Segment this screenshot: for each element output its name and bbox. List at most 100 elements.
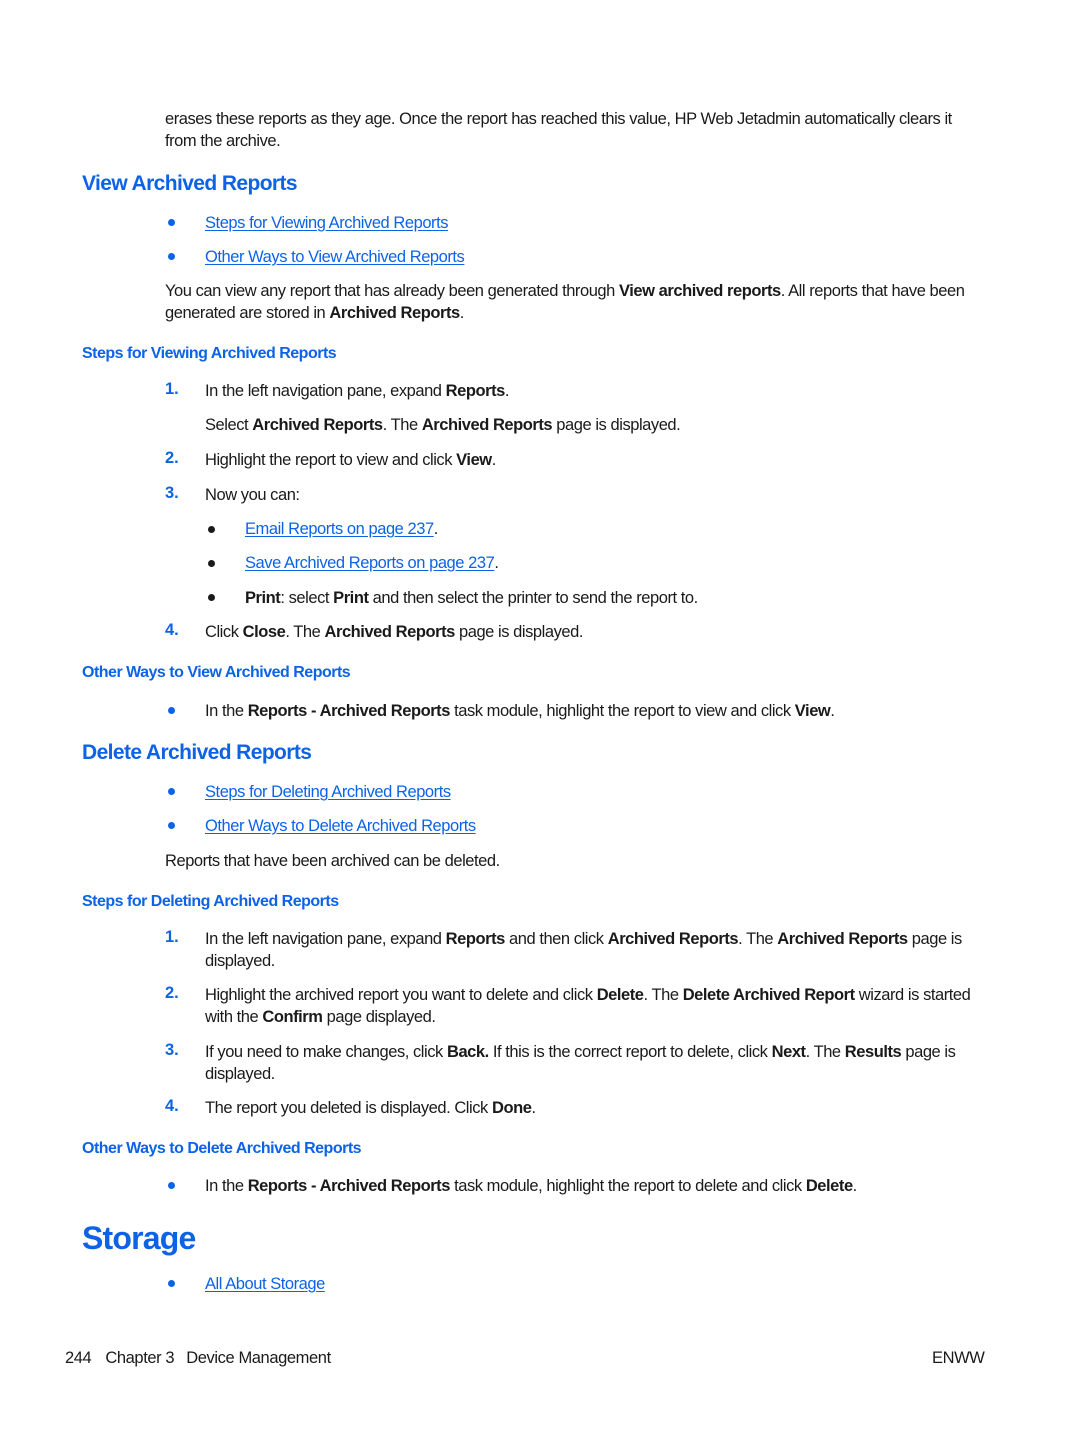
page-number: 244	[65, 1349, 92, 1367]
sub-item-save: Save Archived Reports on page 237.	[245, 552, 499, 574]
bold-term: Archived Reports	[252, 416, 383, 434]
bold-term: Next	[771, 1043, 806, 1061]
intro-paragraph: erases these reports as they age. Once t…	[165, 108, 965, 152]
text-run: Click	[205, 623, 243, 641]
chapter-title: Device Management	[186, 1349, 331, 1367]
bold-term: Delete	[805, 1177, 853, 1195]
bullet-icon	[208, 560, 215, 567]
text-run: .	[531, 1099, 536, 1117]
text-run: task module, highlight the report to vie…	[449, 702, 795, 720]
heading-storage: Storage	[82, 1220, 196, 1256]
text-run: page displayed.	[322, 1008, 436, 1026]
other-ways-view-item: In the Reports - Archived Reports task m…	[205, 700, 835, 722]
other-ways-delete-item: In the Reports - Archived Reports task m…	[205, 1175, 857, 1197]
step-number: 4.	[165, 1097, 179, 1115]
bold-term: View	[456, 451, 492, 469]
bold-term: Close	[242, 623, 286, 641]
bullet-icon	[168, 822, 175, 829]
text-run: Reports that have been archived can be d…	[165, 852, 500, 870]
bold-term: Reports	[445, 930, 506, 948]
link-steps-viewing[interactable]: Steps for Viewing Archived Reports	[205, 212, 448, 234]
heading-other-ways-delete: Other Ways to Delete Archived Reports	[82, 1140, 362, 1157]
text-run: page is displayed.	[454, 623, 583, 641]
step-number: 4.	[165, 621, 179, 639]
heading-steps-deleting: Steps for Deleting Archived Reports	[82, 893, 339, 910]
text-run: erases these reports as they age. Once t…	[165, 110, 952, 150]
step-text: In the left navigation pane, expand Repo…	[205, 380, 509, 402]
bold-term: Confirm	[262, 1008, 323, 1026]
link-all-about-storage[interactable]: All About Storage	[205, 1273, 325, 1295]
delete-intro-paragraph: Reports that have been archived can be d…	[165, 850, 500, 872]
step-text: The report you deleted is displayed. Cli…	[205, 1097, 536, 1119]
heading-view-archived-reports: View Archived Reports	[82, 172, 298, 195]
document-page: erases these reports as they age. Once t…	[0, 0, 1080, 1437]
bold-term: Reports - Archived Reports	[247, 702, 451, 720]
text-run: If this is the correct report to delete,…	[488, 1043, 772, 1061]
bold-term: Back.	[446, 1043, 489, 1061]
text-run: Now you can:	[205, 486, 300, 504]
bold-term: Results	[844, 1043, 902, 1061]
link-email-reports[interactable]: Email Reports on page 237	[245, 520, 434, 538]
text-run: . The	[805, 1043, 845, 1061]
link-save-archived-reports[interactable]: Save Archived Reports on page 237	[245, 554, 495, 572]
text-run: . The	[285, 623, 325, 641]
bold-term: Archived Reports	[777, 930, 908, 948]
text-run: task module, highlight the report to del…	[449, 1177, 806, 1195]
text-run: : select	[280, 589, 334, 607]
text-run: In the	[205, 1177, 248, 1195]
bold-term: Print	[333, 589, 369, 607]
step-text: Highlight the archived report you want t…	[205, 984, 985, 1028]
step-text: If you need to make changes, click Back.…	[205, 1041, 980, 1085]
text-run: . The	[643, 986, 683, 1004]
link-other-ways-delete[interactable]: Other Ways to Delete Archived Reports	[205, 815, 476, 837]
text-run: Select	[205, 416, 253, 434]
punctuation: .	[433, 520, 439, 538]
bullet-icon	[208, 526, 215, 533]
text-run: . The	[382, 416, 422, 434]
text-run: You can view any report that has already…	[165, 282, 620, 300]
text-run: .	[459, 304, 465, 322]
bold-term: Print	[245, 589, 281, 607]
step-number: 1.	[165, 380, 179, 398]
bullet-icon	[168, 707, 175, 714]
page-footer-left: 244 Chapter 3 Device Management	[65, 1349, 331, 1368]
text-run: .	[830, 702, 835, 720]
page-footer-locale: ENWW	[932, 1349, 985, 1367]
step-number: 2.	[165, 984, 179, 1002]
sub-item-email: Email Reports on page 237.	[245, 518, 438, 540]
text-run: . The	[738, 930, 778, 948]
bold-term: Delete Archived Report	[682, 986, 855, 1004]
heading-delete-archived-reports: Delete Archived Reports	[82, 741, 312, 764]
link-steps-deleting[interactable]: Steps for Deleting Archived Reports	[205, 781, 451, 803]
text-run: In the left navigation pane, expand	[205, 930, 446, 948]
bold-term: Archived Reports	[324, 623, 456, 641]
bold-term: Reports	[445, 382, 506, 400]
text-run: Highlight the report to view and click	[205, 451, 457, 469]
bullet-icon	[168, 1182, 175, 1189]
bold-term: Reports - Archived Reports	[247, 1177, 451, 1195]
bold-term: Archived Reports	[421, 416, 553, 434]
bold-term: Done	[491, 1099, 532, 1117]
heading-steps-viewing: Steps for Viewing Archived Reports	[82, 345, 337, 362]
step-number: 2.	[165, 449, 179, 467]
bullet-icon	[168, 1280, 175, 1287]
heading-other-ways-view: Other Ways to View Archived Reports	[82, 664, 351, 681]
text-run: and then click	[504, 930, 608, 948]
step-number: 1.	[165, 928, 179, 946]
bold-term: View	[794, 702, 831, 720]
chapter-label: Chapter 3	[105, 1349, 175, 1367]
punctuation: .	[494, 554, 499, 572]
step-text: Highlight the report to view and click V…	[205, 449, 496, 471]
bullet-icon	[208, 594, 215, 601]
text-run: In the	[205, 702, 248, 720]
bullet-icon	[168, 253, 175, 260]
step-text: In the left navigation pane, expand Repo…	[205, 928, 980, 972]
text-run: In the left navigation pane, expand	[205, 382, 446, 400]
text-run: .	[504, 382, 510, 400]
bullet-icon	[168, 788, 175, 795]
bold-term: Delete	[596, 986, 644, 1004]
bullet-icon	[168, 219, 175, 226]
link-other-ways-view[interactable]: Other Ways to View Archived Reports	[205, 246, 465, 268]
text-run: If you need to make changes, click	[205, 1043, 447, 1061]
bold-term: View archived reports	[619, 282, 781, 300]
